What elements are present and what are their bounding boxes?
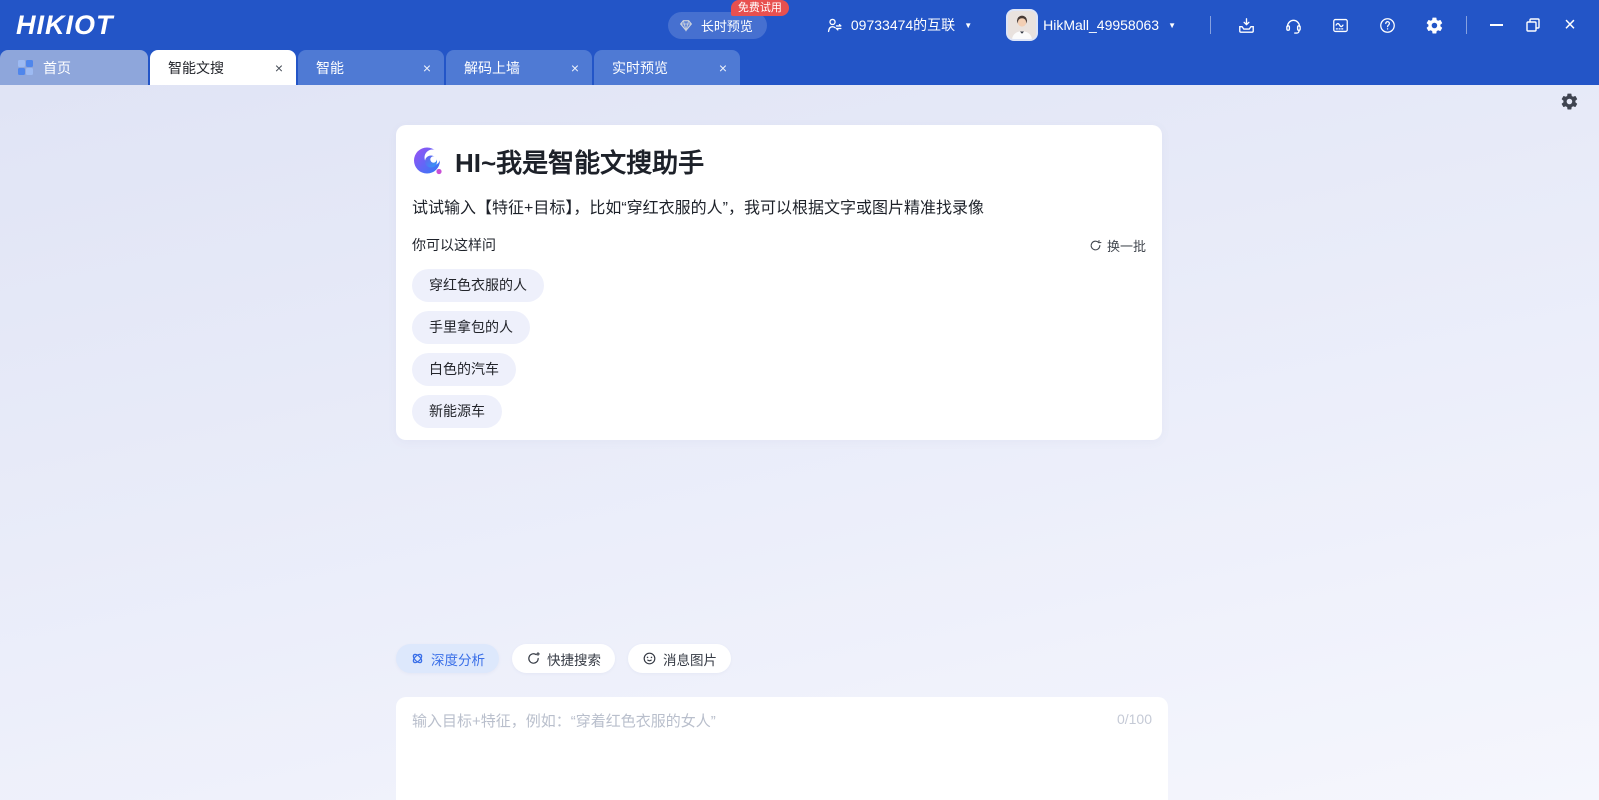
restore-icon [1526, 18, 1540, 32]
suggestion-chip[interactable]: 新能源车 [412, 395, 502, 428]
chevron-down-icon: ▼ [964, 20, 973, 30]
monitor-icon [1332, 18, 1348, 32]
close-icon[interactable]: × [423, 61, 431, 75]
tab-live-view[interactable]: 实时预览 × [594, 50, 740, 85]
assistant-logo-icon [412, 145, 445, 178]
mode-label: 消息图片 [663, 652, 717, 668]
page-settings-button[interactable] [1560, 92, 1579, 116]
char-counter: 0/100 [1116, 711, 1152, 727]
tab-label: 首页 [43, 59, 71, 76]
avatar [1008, 11, 1037, 39]
support-button[interactable] [1281, 13, 1305, 37]
suggestion-chip[interactable]: 手里拿包的人 [412, 311, 530, 344]
refresh-icon [1090, 239, 1102, 250]
titlebar-right: 长时预览 免费试用 09733474的互联 ▼ HikMall_49958063… [667, 0, 1599, 39]
account-switcher[interactable]: 09733474的互联 ▼ [825, 15, 972, 35]
tab-label: 智能 [316, 59, 344, 76]
tab-label: 智能文搜 [168, 59, 224, 76]
suggestion-chip[interactable]: 穿红色衣服的人 [412, 269, 544, 302]
username-label: HikMall_49958063 [1043, 17, 1160, 33]
download-icon [1238, 17, 1254, 33]
chevron-down-icon: ▼ [1168, 20, 1176, 30]
headset-icon [1285, 19, 1301, 34]
mode-label: 快捷搜索 [547, 652, 601, 668]
help-icon [1379, 17, 1395, 33]
suggestion-chip[interactable]: 白色的汽车 [412, 353, 516, 386]
assistant-card: HI~我是智能文搜助手 试试输入【特征+目标】，比如“穿红衣服的人”，我可以根据… [396, 125, 1162, 440]
tab-smart[interactable]: 智能 × [298, 50, 444, 85]
minimize-button[interactable] [1483, 12, 1509, 38]
close-icon[interactable]: × [719, 61, 727, 75]
assistant-card-header: HI~我是智能文搜助手 [412, 143, 1146, 180]
search-mode-toggle: 深度分析 快捷搜索 消息图片 [396, 644, 731, 673]
account-label: 09733474的互联 [850, 17, 956, 33]
deep-analysis-icon [412, 653, 423, 664]
titlebar-divider [1466, 16, 1467, 34]
suggestions-label: 你可以这样问 [412, 237, 496, 253]
help-button[interactable] [1375, 13, 1399, 37]
assistant-title: HI~我是智能文搜助手 [455, 148, 705, 178]
titlebar: HIKIOT 长时预览 免费试用 09733474的互联 ▼ HikMall_4… [0, 0, 1599, 50]
mode-message-image[interactable]: 消息图片 [628, 644, 731, 673]
tab-label: 解码上墙 [464, 59, 520, 76]
tab-smart-text-search[interactable]: 智能文搜 × [150, 50, 296, 85]
tab-bar: 首页 智能文搜 × 智能 × 解码上墙 × 实时预览 × [0, 50, 1599, 85]
settings-button[interactable] [1422, 13, 1446, 37]
long-preview-button[interactable]: 长时预览 免费试用 [667, 0, 789, 39]
app-logo: HIKIOT [16, 9, 114, 40]
maximize-button[interactable] [1520, 12, 1546, 38]
gem-icon [678, 17, 694, 33]
download-button[interactable] [1234, 13, 1258, 37]
refresh-label: 换一批 [1106, 238, 1146, 254]
mode-quick-search[interactable]: 快捷搜索 [512, 644, 615, 673]
minimize-icon [1489, 24, 1503, 26]
message-image-icon [643, 652, 656, 665]
long-preview-label: 长时预览 [700, 18, 753, 34]
tab-label: 实时预览 [612, 59, 668, 76]
trial-badge: 免费试用 [730, 0, 789, 16]
monitor-status-button[interactable] [1328, 13, 1352, 37]
titlebar-divider [1210, 16, 1211, 34]
suggestion-list: 穿红色衣服的人 手里拿包的人 白色的汽车 新能源车 [412, 269, 1146, 428]
assistant-subtitle: 试试输入【特征+目标】，比如“穿红衣服的人”，我可以根据文字或图片精准找录像 [412, 200, 985, 217]
mode-label: 深度分析 [431, 652, 485, 668]
search-input[interactable] [412, 710, 1092, 800]
suggestions-header: 你可以这样问 换一批 [412, 235, 1146, 255]
person-switch-icon [825, 16, 844, 35]
gear-icon [1426, 17, 1442, 33]
gear-icon [1561, 93, 1578, 110]
quick-search-icon [528, 652, 540, 664]
mode-deep-analysis[interactable]: 深度分析 [396, 644, 499, 673]
close-button[interactable]: × [1557, 12, 1583, 38]
home-grid-icon [18, 60, 33, 75]
tab-decode-wall[interactable]: 解码上墙 × [446, 50, 592, 85]
refresh-suggestions-button[interactable]: 换一批 [1089, 236, 1146, 255]
content-area: HI~我是智能文搜助手 试试输入【特征+目标】，比如“穿红衣服的人”，我可以根据… [0, 85, 1599, 800]
close-icon[interactable]: × [571, 61, 579, 75]
user-menu[interactable]: HikMall_49958063 ▼ [1008, 11, 1176, 39]
search-composer: 0/100 [396, 697, 1168, 800]
tab-home[interactable]: 首页 [0, 50, 148, 85]
close-icon[interactable]: × [275, 61, 283, 75]
app-window: HIKIOT 长时预览 免费试用 09733474的互联 ▼ HikMall_4… [0, 0, 1599, 800]
